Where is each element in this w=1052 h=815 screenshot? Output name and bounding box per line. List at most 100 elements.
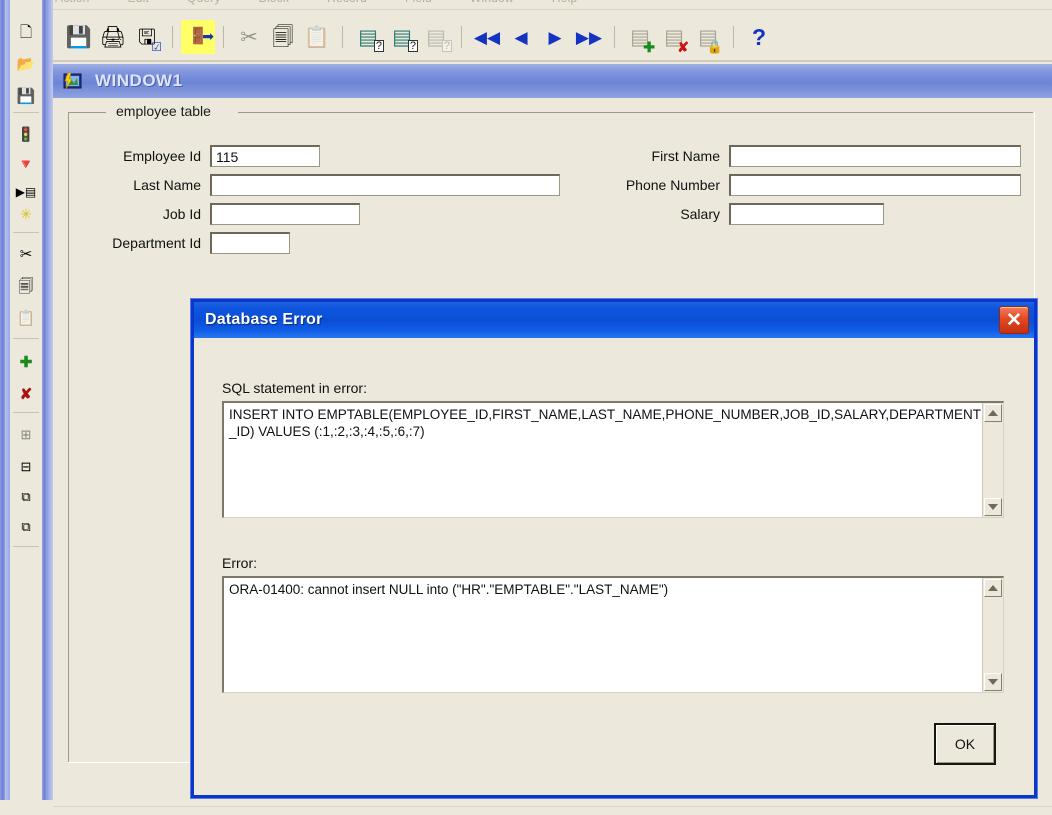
sql-scroll-up-icon[interactable]	[984, 404, 1002, 422]
fieldset-border-top-right	[238, 112, 1033, 113]
status-bar-divider	[53, 806, 1052, 807]
palette-divider-3	[13, 338, 39, 339]
menu-help[interactable]: Help	[552, 0, 577, 5]
open-folder-icon[interactable]: 📂	[12, 50, 40, 78]
employee-id-label: Employee Id	[123, 148, 201, 164]
error-textarea[interactable]: ORA-01400: cannot insert NULL into ("HR"…	[222, 576, 1004, 693]
copy-button[interactable]: 🗐	[266, 20, 300, 54]
toolbar-divider-5	[606, 20, 623, 54]
remove-record-button[interactable]: ▤ ✘	[657, 20, 691, 55]
toolbar-divider-4	[453, 20, 470, 54]
add-record-icon[interactable]: ✚	[12, 348, 40, 376]
job-id-label: Job Id	[162, 206, 201, 222]
phone-number-field[interactable]	[729, 174, 1021, 196]
dialog-title-bar[interactable]: Database Error ✕	[194, 302, 1034, 338]
menu-field[interactable]: Field	[405, 0, 432, 5]
palette-divider-1	[13, 112, 39, 113]
copy-icon[interactable]: 🗐	[12, 272, 40, 300]
cut-icon[interactable]: ✂	[12, 240, 40, 268]
toolbar-bottom-divider	[53, 60, 1052, 62]
sql-statement-label: SQL statement in error:	[222, 380, 367, 396]
print-button[interactable]: 🖨	[96, 20, 130, 54]
database-error-dialog: Database Error ✕ SQL statement in error:…	[191, 299, 1037, 798]
toolbar-divider-3	[334, 20, 351, 54]
desktop-bottom-strip	[0, 800, 1052, 815]
cut-button[interactable]: ✂	[232, 20, 266, 54]
help-button[interactable]: ?	[742, 20, 776, 54]
palette-divider-5	[13, 546, 39, 547]
collapse-all-icon[interactable]: ⊟	[12, 452, 40, 480]
error-scroll-down-icon[interactable]	[984, 673, 1002, 691]
menu-action[interactable]: Action	[55, 0, 90, 5]
first-name-field[interactable]	[729, 145, 1021, 167]
menu-window[interactable]: Window	[470, 0, 514, 5]
duplicate-record-icon[interactable]: ⧉	[12, 482, 40, 510]
toolbar-divider-2	[215, 20, 232, 54]
palette-divider-4	[13, 412, 39, 413]
left-tool-palette: 🗋 📂 💾 🚦 🔻 ▶▤ ✳ ✂ 🗐 📋 ✚ ✘ ⊞ ⊟ ⧉ ⧉	[10, 0, 42, 815]
toolbar-divider-1	[164, 20, 181, 54]
department-id-label: Department Id	[112, 235, 201, 251]
sql-statement-text: INSERT INTO EMPTABLE(EMPLOYEE_ID,FIRST_N…	[229, 407, 981, 439]
last-record-button[interactable]: ▶▶	[572, 20, 606, 54]
dialog-body: SQL statement in error: INSERT INTO EMPT…	[194, 338, 1034, 795]
menu-query[interactable]: Query	[187, 0, 221, 5]
remove-record-icon[interactable]: ✘	[12, 380, 40, 408]
last-name-field[interactable]	[210, 174, 560, 196]
toolbar-divider-6	[725, 20, 742, 54]
paste-icon[interactable]: 📋	[12, 304, 40, 332]
window-frame-strip-left-inner	[5, 0, 10, 815]
fieldset-legend: employee table	[111, 103, 216, 119]
first-name-label: First Name	[651, 148, 720, 164]
menu-record[interactable]: Record	[327, 0, 367, 5]
sql-statement-textarea[interactable]: INSERT INTO EMPTABLE(EMPLOYEE_ID,FIRST_N…	[222, 401, 1004, 518]
application-screen: Action Edit Query Block Record Field Window Hel…	[0, 0, 1052, 815]
enter-query-button[interactable]: ▤?	[351, 20, 385, 54]
menu-items: Action Edit Query Block Record Field Window Hel…	[55, 0, 615, 5]
job-id-field[interactable]	[210, 203, 360, 225]
exit-button[interactable]: 🚪 ➡	[181, 20, 215, 54]
first-record-button[interactable]: ◀◀	[470, 20, 504, 54]
print-setup-button[interactable]: 🖫 ☑	[130, 20, 164, 54]
error-scrollbar[interactable]	[982, 578, 1003, 692]
last-name-label: Last Name	[133, 177, 201, 193]
paste-button[interactable]: 📋	[300, 20, 334, 54]
application-toolbar: 💾 🖨 🖫 ☑ 🚪 ➡ ✂ 🗐 📋 ▤? ▤? ▤? ◀◀ ◀ ▶ ▶▶ ▤ ✚ ▤ ✘…	[53, 10, 1052, 62]
next-record-button[interactable]: ▶	[538, 20, 572, 54]
enter-query-icon[interactable]: 🚦	[12, 120, 40, 148]
mdi-window-title: WINDOW1	[95, 71, 183, 90]
execute-query-icon[interactable]: 🔻	[12, 150, 40, 178]
palette-divider-2	[13, 232, 39, 233]
cancel-query-button[interactable]: ▤?	[419, 20, 453, 54]
sql-scroll-down-icon[interactable]	[984, 498, 1002, 516]
close-icon[interactable]: ✕	[999, 306, 1029, 334]
dialog-title: Database Error	[205, 311, 323, 328]
fieldset-border-top-left	[68, 112, 106, 113]
error-scroll-up-icon[interactable]	[984, 579, 1002, 597]
delete-block-icon[interactable]: ⧉	[12, 512, 40, 540]
save-icon[interactable]: 💾	[12, 82, 40, 110]
expand-all-icon[interactable]: ⊞	[12, 420, 40, 448]
execute-query-button[interactable]: ▤?	[385, 20, 419, 54]
fieldset-border-left	[68, 112, 69, 762]
ok-button[interactable]: OK	[934, 723, 996, 765]
sql-scrollbar[interactable]	[982, 403, 1003, 517]
error-label: Error:	[222, 555, 257, 571]
menu-edit[interactable]: Edit	[128, 0, 149, 5]
mdi-title-bar[interactable]: WINDOW1	[53, 64, 1052, 98]
employee-id-field[interactable]: 115	[210, 145, 320, 167]
new-icon[interactable]: 🗋	[12, 18, 40, 46]
salary-label: Salary	[680, 206, 720, 222]
form-window-icon	[63, 72, 83, 90]
menu-block[interactable]: Block	[259, 0, 289, 5]
previous-record-button[interactable]: ◀	[504, 20, 538, 54]
cancel-query-icon[interactable]: ✳	[12, 200, 40, 228]
save-button[interactable]: 💾	[62, 20, 96, 54]
lock-record-button[interactable]: ▤ 🔒	[691, 20, 725, 54]
phone-number-label: Phone Number	[625, 177, 720, 193]
error-text: ORA-01400: cannot insert NULL into ("HR"…	[229, 582, 669, 597]
menu-bar: Action Edit Query Block Record Field Window Hel…	[0, 0, 1052, 10]
salary-field[interactable]	[729, 203, 884, 225]
department-id-field[interactable]	[210, 232, 290, 254]
insert-record-button[interactable]: ▤ ✚	[623, 20, 657, 55]
